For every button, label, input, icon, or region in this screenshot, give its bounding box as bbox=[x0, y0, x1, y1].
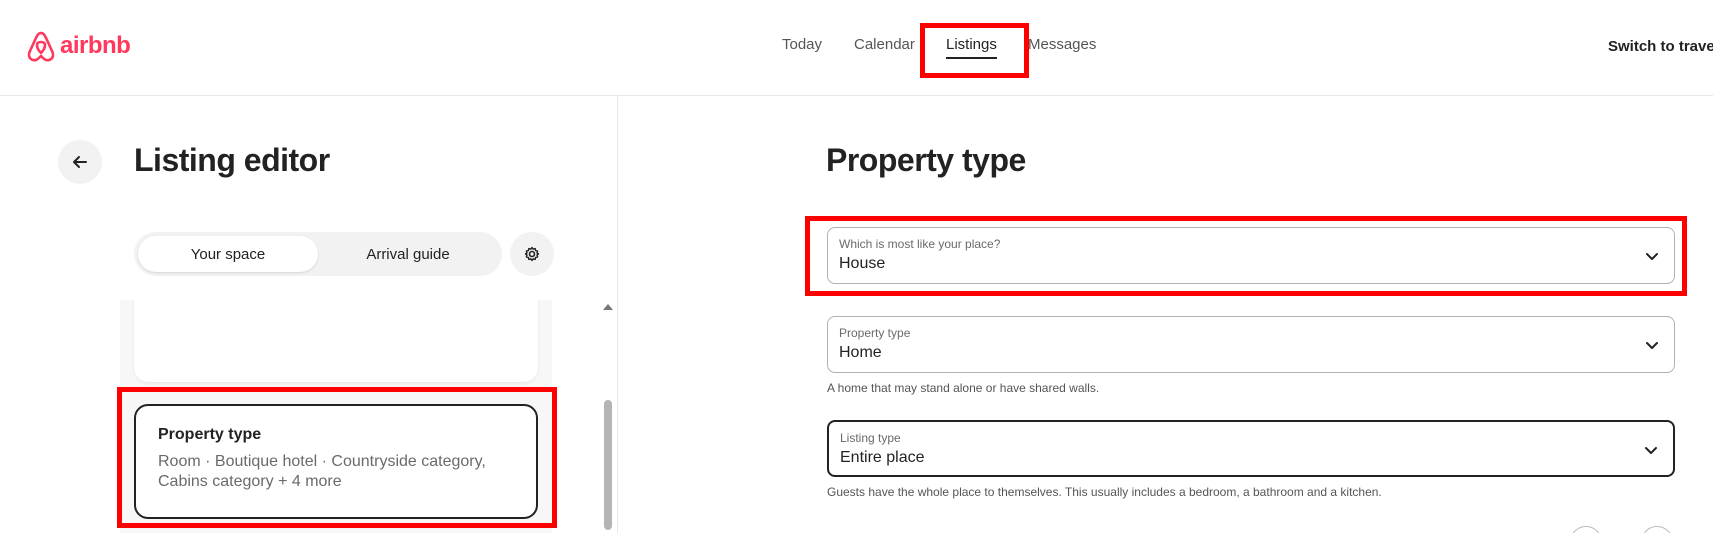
airbnb-logo-icon bbox=[27, 31, 55, 62]
nav-messages[interactable]: Messages bbox=[1028, 36, 1096, 53]
back-button[interactable] bbox=[58, 140, 102, 184]
nav-calendar[interactable]: Calendar bbox=[854, 36, 915, 53]
arrow-left-icon bbox=[73, 156, 87, 168]
select-label: Which is most like your place? bbox=[839, 237, 1001, 251]
select-label: Property type bbox=[839, 326, 911, 340]
page-title: Listing editor bbox=[134, 142, 330, 178]
settings-button[interactable] bbox=[510, 232, 554, 276]
nav-listings[interactable]: Listings bbox=[946, 36, 997, 59]
place-type-select[interactable]: Which is most like your place? House bbox=[827, 227, 1675, 284]
editor-sections-list[interactable]: Property type Room · Boutique hotel · Co… bbox=[120, 300, 552, 533]
listing-type-helper: Guests have the whole place to themselve… bbox=[827, 485, 1382, 499]
brand-name: airbnb bbox=[60, 32, 131, 59]
stepper-decrease-button[interactable] bbox=[1570, 526, 1602, 533]
chevron-down-icon bbox=[1645, 447, 1657, 454]
select-value: Home bbox=[839, 344, 882, 361]
property-type-select[interactable]: Property type Home bbox=[827, 316, 1675, 373]
switch-to-traveling-link[interactable]: Switch to travell bbox=[1608, 38, 1713, 55]
select-label: Listing type bbox=[840, 431, 901, 445]
scroll-up-arrow[interactable] bbox=[603, 304, 613, 310]
chevron-down-icon bbox=[1646, 342, 1658, 349]
select-value: House bbox=[839, 255, 886, 272]
scrollbar-thumb[interactable] bbox=[604, 400, 612, 530]
listing-type-select[interactable]: Listing type Entire place bbox=[827, 420, 1675, 477]
tab-your-space[interactable]: Your space bbox=[138, 236, 318, 272]
stepper-increase-button[interactable] bbox=[1641, 526, 1673, 533]
card-title: Property type bbox=[158, 426, 262, 443]
section-card-property-type[interactable]: Property type Room · Boutique hotel · Co… bbox=[134, 404, 538, 519]
property-type-helper: A home that may stand alone or have shar… bbox=[827, 381, 1100, 395]
nav-today[interactable]: Today bbox=[782, 36, 822, 53]
section-card-previous[interactable] bbox=[134, 300, 538, 382]
listing-editor-panel: Listing editor Your space Arrival guide … bbox=[0, 96, 618, 533]
airbnb-logo[interactable]: airbnb bbox=[26, 30, 131, 62]
tab-arrival-guide[interactable]: Arrival guide bbox=[318, 236, 498, 272]
select-value: Entire place bbox=[840, 449, 925, 466]
chevron-down-icon bbox=[1646, 253, 1658, 260]
top-header: airbnb Today Calendar Listings Messages … bbox=[0, 0, 1713, 96]
editor-section-toggle: Your space Arrival guide bbox=[134, 232, 502, 276]
gear-icon bbox=[524, 246, 540, 262]
card-subtitle: Room · Boutique hotel · Countryside cate… bbox=[158, 453, 486, 490]
section-title: Property type bbox=[826, 142, 1026, 178]
